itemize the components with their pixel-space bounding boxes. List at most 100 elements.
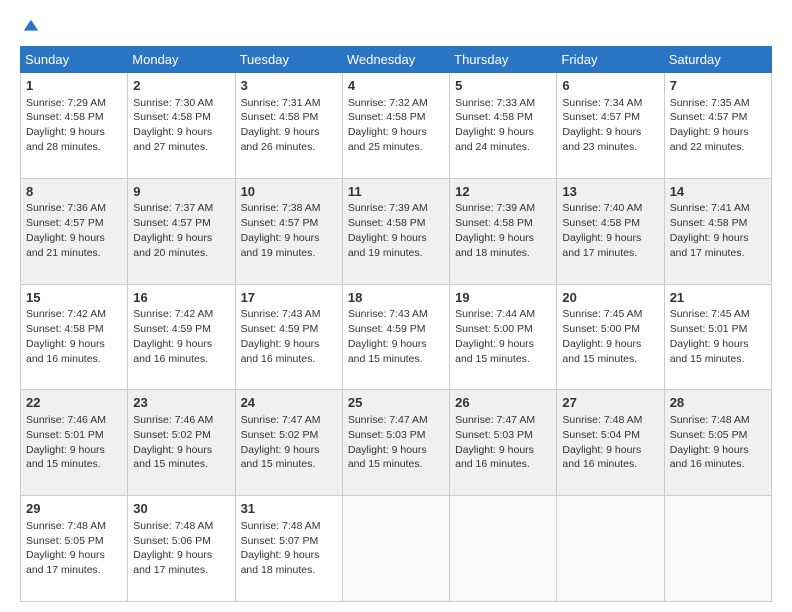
day-number: 30 — [133, 500, 229, 518]
calendar-cell: 3 Sunrise: 7:31 AMSunset: 4:58 PMDayligh… — [235, 73, 342, 179]
day-info: Sunrise: 7:48 AMSunset: 5:05 PMDaylight:… — [670, 414, 750, 471]
calendar-week-row: 22 Sunrise: 7:46 AMSunset: 5:01 PMDaylig… — [21, 390, 772, 496]
day-info: Sunrise: 7:30 AMSunset: 4:58 PMDaylight:… — [133, 97, 213, 154]
calendar-cell — [557, 496, 664, 602]
day-info: Sunrise: 7:46 AMSunset: 5:01 PMDaylight:… — [26, 414, 106, 471]
calendar-cell: 26 Sunrise: 7:47 AMSunset: 5:03 PMDaylig… — [450, 390, 557, 496]
day-info: Sunrise: 7:45 AMSunset: 5:00 PMDaylight:… — [562, 308, 642, 365]
day-info: Sunrise: 7:48 AMSunset: 5:04 PMDaylight:… — [562, 414, 642, 471]
day-info: Sunrise: 7:47 AMSunset: 5:03 PMDaylight:… — [455, 414, 535, 471]
day-number: 13 — [562, 183, 658, 201]
calendar-cell: 1 Sunrise: 7:29 AMSunset: 4:58 PMDayligh… — [21, 73, 128, 179]
calendar-cell: 19 Sunrise: 7:44 AMSunset: 5:00 PMDaylig… — [450, 284, 557, 390]
calendar-cell: 18 Sunrise: 7:43 AMSunset: 4:59 PMDaylig… — [342, 284, 449, 390]
calendar-cell: 20 Sunrise: 7:45 AMSunset: 5:00 PMDaylig… — [557, 284, 664, 390]
day-number: 15 — [26, 289, 122, 307]
calendar-cell: 8 Sunrise: 7:36 AMSunset: 4:57 PMDayligh… — [21, 178, 128, 284]
logo-icon — [22, 18, 40, 36]
day-number: 25 — [348, 394, 444, 412]
day-number: 2 — [133, 77, 229, 95]
day-number: 18 — [348, 289, 444, 307]
day-number: 21 — [670, 289, 766, 307]
day-number: 27 — [562, 394, 658, 412]
calendar-week-row: 15 Sunrise: 7:42 AMSunset: 4:58 PMDaylig… — [21, 284, 772, 390]
calendar-cell: 27 Sunrise: 7:48 AMSunset: 5:04 PMDaylig… — [557, 390, 664, 496]
day-info: Sunrise: 7:45 AMSunset: 5:01 PMDaylight:… — [670, 308, 750, 365]
day-info: Sunrise: 7:29 AMSunset: 4:58 PMDaylight:… — [26, 97, 106, 154]
calendar-cell: 9 Sunrise: 7:37 AMSunset: 4:57 PMDayligh… — [128, 178, 235, 284]
day-info: Sunrise: 7:46 AMSunset: 5:02 PMDaylight:… — [133, 414, 213, 471]
day-info: Sunrise: 7:43 AMSunset: 4:59 PMDaylight:… — [241, 308, 321, 365]
day-info: Sunrise: 7:39 AMSunset: 4:58 PMDaylight:… — [348, 202, 428, 259]
calendar-cell: 31 Sunrise: 7:48 AMSunset: 5:07 PMDaylig… — [235, 496, 342, 602]
day-number: 9 — [133, 183, 229, 201]
weekday-header-monday: Monday — [128, 47, 235, 73]
calendar-cell: 12 Sunrise: 7:39 AMSunset: 4:58 PMDaylig… — [450, 178, 557, 284]
calendar-cell: 5 Sunrise: 7:33 AMSunset: 4:58 PMDayligh… — [450, 73, 557, 179]
calendar-cell: 29 Sunrise: 7:48 AMSunset: 5:05 PMDaylig… — [21, 496, 128, 602]
day-number: 12 — [455, 183, 551, 201]
calendar-cell: 6 Sunrise: 7:34 AMSunset: 4:57 PMDayligh… — [557, 73, 664, 179]
calendar-table: SundayMondayTuesdayWednesdayThursdayFrid… — [20, 46, 772, 602]
header — [20, 18, 772, 36]
weekday-header-sunday: Sunday — [21, 47, 128, 73]
day-info: Sunrise: 7:32 AMSunset: 4:58 PMDaylight:… — [348, 97, 428, 154]
calendar-cell: 22 Sunrise: 7:46 AMSunset: 5:01 PMDaylig… — [21, 390, 128, 496]
day-number: 14 — [670, 183, 766, 201]
day-number: 5 — [455, 77, 551, 95]
day-info: Sunrise: 7:38 AMSunset: 4:57 PMDaylight:… — [241, 202, 321, 259]
day-info: Sunrise: 7:47 AMSunset: 5:03 PMDaylight:… — [348, 414, 428, 471]
calendar-cell: 14 Sunrise: 7:41 AMSunset: 4:58 PMDaylig… — [664, 178, 771, 284]
calendar-cell: 28 Sunrise: 7:48 AMSunset: 5:05 PMDaylig… — [664, 390, 771, 496]
day-info: Sunrise: 7:47 AMSunset: 5:02 PMDaylight:… — [241, 414, 321, 471]
day-info: Sunrise: 7:39 AMSunset: 4:58 PMDaylight:… — [455, 202, 535, 259]
day-number: 31 — [241, 500, 337, 518]
day-info: Sunrise: 7:35 AMSunset: 4:57 PMDaylight:… — [670, 97, 750, 154]
day-info: Sunrise: 7:33 AMSunset: 4:58 PMDaylight:… — [455, 97, 535, 154]
day-info: Sunrise: 7:42 AMSunset: 4:58 PMDaylight:… — [26, 308, 106, 365]
day-number: 10 — [241, 183, 337, 201]
calendar-cell: 30 Sunrise: 7:48 AMSunset: 5:06 PMDaylig… — [128, 496, 235, 602]
day-number: 20 — [562, 289, 658, 307]
day-number: 4 — [348, 77, 444, 95]
calendar-cell: 16 Sunrise: 7:42 AMSunset: 4:59 PMDaylig… — [128, 284, 235, 390]
day-number: 17 — [241, 289, 337, 307]
day-number: 8 — [26, 183, 122, 201]
day-info: Sunrise: 7:48 AMSunset: 5:05 PMDaylight:… — [26, 520, 106, 577]
calendar-cell — [342, 496, 449, 602]
day-number: 7 — [670, 77, 766, 95]
day-info: Sunrise: 7:41 AMSunset: 4:58 PMDaylight:… — [670, 202, 750, 259]
calendar-page: SundayMondayTuesdayWednesdayThursdayFrid… — [0, 0, 792, 612]
calendar-cell: 23 Sunrise: 7:46 AMSunset: 5:02 PMDaylig… — [128, 390, 235, 496]
calendar-cell: 25 Sunrise: 7:47 AMSunset: 5:03 PMDaylig… — [342, 390, 449, 496]
weekday-header-friday: Friday — [557, 47, 664, 73]
calendar-cell: 21 Sunrise: 7:45 AMSunset: 5:01 PMDaylig… — [664, 284, 771, 390]
calendar-cell: 24 Sunrise: 7:47 AMSunset: 5:02 PMDaylig… — [235, 390, 342, 496]
calendar-cell: 10 Sunrise: 7:38 AMSunset: 4:57 PMDaylig… — [235, 178, 342, 284]
day-info: Sunrise: 7:48 AMSunset: 5:07 PMDaylight:… — [241, 520, 321, 577]
calendar-cell: 17 Sunrise: 7:43 AMSunset: 4:59 PMDaylig… — [235, 284, 342, 390]
day-number: 22 — [26, 394, 122, 412]
calendar-cell — [664, 496, 771, 602]
weekday-header-wednesday: Wednesday — [342, 47, 449, 73]
day-info: Sunrise: 7:37 AMSunset: 4:57 PMDaylight:… — [133, 202, 213, 259]
calendar-week-row: 8 Sunrise: 7:36 AMSunset: 4:57 PMDayligh… — [21, 178, 772, 284]
calendar-cell: 7 Sunrise: 7:35 AMSunset: 4:57 PMDayligh… — [664, 73, 771, 179]
day-number: 3 — [241, 77, 337, 95]
day-info: Sunrise: 7:34 AMSunset: 4:57 PMDaylight:… — [562, 97, 642, 154]
weekday-header-tuesday: Tuesday — [235, 47, 342, 73]
calendar-cell: 13 Sunrise: 7:40 AMSunset: 4:58 PMDaylig… — [557, 178, 664, 284]
day-number: 24 — [241, 394, 337, 412]
day-number: 16 — [133, 289, 229, 307]
day-info: Sunrise: 7:31 AMSunset: 4:58 PMDaylight:… — [241, 97, 321, 154]
calendar-week-row: 29 Sunrise: 7:48 AMSunset: 5:05 PMDaylig… — [21, 496, 772, 602]
weekday-header-thursday: Thursday — [450, 47, 557, 73]
weekday-header-saturday: Saturday — [664, 47, 771, 73]
day-info: Sunrise: 7:48 AMSunset: 5:06 PMDaylight:… — [133, 520, 213, 577]
day-info: Sunrise: 7:36 AMSunset: 4:57 PMDaylight:… — [26, 202, 106, 259]
day-number: 19 — [455, 289, 551, 307]
day-info: Sunrise: 7:42 AMSunset: 4:59 PMDaylight:… — [133, 308, 213, 365]
day-number: 6 — [562, 77, 658, 95]
day-number: 23 — [133, 394, 229, 412]
calendar-cell: 15 Sunrise: 7:42 AMSunset: 4:58 PMDaylig… — [21, 284, 128, 390]
